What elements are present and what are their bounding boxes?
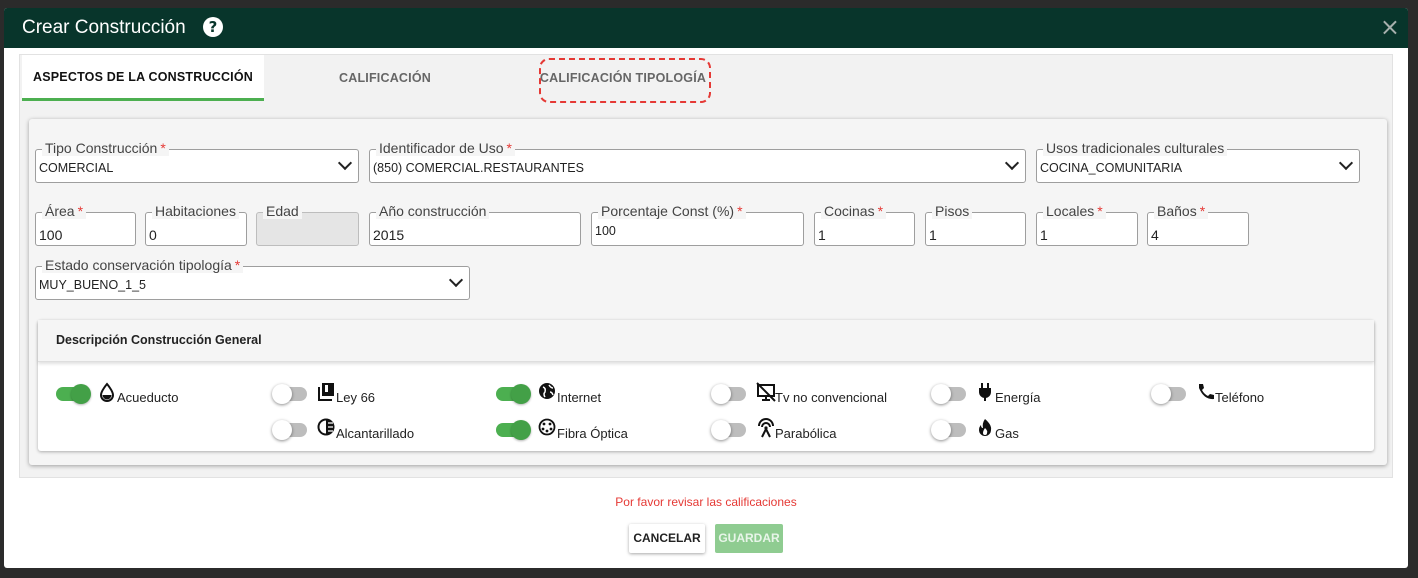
- flame-icon: [979, 419, 992, 436]
- banos-label: Baños: [1157, 203, 1197, 219]
- habitaciones-value: 0: [149, 227, 157, 243]
- close-icon[interactable]: ×: [1380, 14, 1400, 40]
- tab-aspectos-construccion[interactable]: ASPECTOS DE LA CONSTRUCCIÓN: [22, 55, 264, 101]
- help-icon[interactable]: ?: [203, 17, 223, 37]
- energia-label: Energía: [995, 390, 1041, 405]
- habitaciones-input[interactable]: Habitaciones 0: [145, 203, 247, 246]
- telefono-label: Teléfono: [1215, 390, 1265, 405]
- area-input[interactable]: Área * 100: [35, 203, 136, 246]
- telefono-toggle[interactable]: [1151, 384, 1186, 404]
- chevron-down-icon: [337, 155, 353, 171]
- pisos-label: Pisos: [935, 203, 970, 219]
- usos-tradicionales-select[interactable]: Usos tradicionales culturales COCINA_COM…: [1036, 140, 1360, 183]
- usos-tradicionales-value: COCINA_COMUNITARIA: [1040, 161, 1183, 175]
- required-mark: *: [77, 203, 84, 219]
- cancel-button[interactable]: CANCELAR: [629, 524, 705, 553]
- pisos-value: 1: [929, 227, 937, 243]
- identificador-uso-value: (850) COMERCIAL.RESTAURANTES: [373, 161, 584, 175]
- identificador-uso-select[interactable]: Identificador de Uso * (850) COMERCIAL.RE…: [369, 140, 1026, 183]
- globe-icon: [539, 383, 555, 399]
- gas-toggle[interactable]: [931, 420, 966, 440]
- tv-no-convencional-label: Tv no convencional: [775, 390, 888, 405]
- pisos-input[interactable]: Pisos 1: [925, 203, 1026, 246]
- acueducto-label: Acueducto: [117, 390, 179, 405]
- energia-toggle[interactable]: [931, 384, 966, 404]
- chevron-down-icon: [1338, 155, 1354, 171]
- estado-conservacion-label: Estado conservación tipología: [45, 257, 232, 273]
- water-drop-icon: [99, 382, 115, 402]
- error-message: Por favor revisar las calificaciones: [615, 495, 797, 509]
- required-mark: *: [160, 140, 166, 156]
- descripcion-construccion-panel: Descripción Construcción General Acueduc…: [38, 320, 1374, 451]
- anio-construccion-input[interactable]: Año construcción 2015: [369, 203, 581, 246]
- usos-tradicionales-label: Usos tradicionales culturales: [1046, 140, 1225, 156]
- descripcion-header: Descripción Construcción General: [38, 320, 1374, 362]
- ley-66-label: Ley 66: [336, 390, 376, 405]
- area-value: 100: [39, 227, 63, 243]
- identificador-uso-label: Identificador de Uso: [379, 140, 504, 156]
- required-mark: *: [737, 203, 743, 219]
- edad-input: Edad: [256, 203, 359, 246]
- cocinas-label: Cocinas: [824, 203, 875, 219]
- required-mark: *: [877, 203, 884, 219]
- anio-construccion-value: 2015: [373, 227, 405, 243]
- tabs-container: ASPECTOS DE LA CONSTRUCCIÓN CALIFICACIÓN…: [19, 54, 1393, 478]
- fibra-optica-toggle[interactable]: [496, 420, 531, 440]
- internet-toggle[interactable]: [496, 384, 531, 404]
- tv-off-icon: [756, 382, 776, 402]
- internet-label: Internet: [557, 390, 602, 405]
- anio-construccion-label: Año construcción: [379, 203, 487, 219]
- tipo-construccion-select[interactable]: Tipo Construcción * COMERCIAL: [35, 140, 359, 183]
- form-card: Tipo Construcción * COMERCIAL Identificad…: [29, 119, 1387, 465]
- acueducto-toggle[interactable]: [56, 384, 91, 404]
- tab-calificacion-tipologia-label: CALIFICACIÓN TIPOLOGÍA: [539, 71, 707, 85]
- required-mark: *: [234, 257, 241, 273]
- satellite-icon: [758, 418, 774, 438]
- estado-conservacion-value: MUY_BUENO_1_5: [39, 278, 146, 292]
- required-mark: *: [506, 140, 512, 156]
- phone-icon: [1199, 384, 1214, 400]
- parabolica-toggle[interactable]: [711, 420, 746, 440]
- alcantarillado-toggle[interactable]: [272, 420, 307, 440]
- locales-label: Locales: [1046, 203, 1095, 219]
- fiber-icon: [538, 418, 556, 436]
- dialog-title: Crear Construcción: [22, 17, 186, 38]
- fibra-optica-label: Fibra Óptica: [557, 426, 628, 441]
- banos-value: 4: [1151, 227, 1159, 243]
- tipo-construccion-label: Tipo Construcción: [45, 140, 158, 156]
- descripcion-title: Descripción Construcción General: [56, 333, 262, 347]
- parabolica-label: Parabólica: [775, 426, 837, 441]
- save-button[interactable]: GUARDAR: [715, 524, 783, 553]
- gas-label: Gas: [995, 426, 1019, 441]
- ley-66-toggle[interactable]: [272, 384, 307, 404]
- dialog-titlebar: Crear Construcción ? ×: [4, 8, 1408, 48]
- cocinas-value: 1: [818, 227, 826, 243]
- tv-no-convencional-toggle[interactable]: [711, 384, 746, 404]
- crear-construccion-dialog: Crear Construcción ? × ASPECTOS DE LA CO…: [4, 8, 1408, 568]
- alcantarillado-label: Alcantarillado: [336, 426, 415, 441]
- tab-calificacion-tipologia[interactable]: CALIFICACIÓN TIPOLOGÍA: [507, 55, 739, 103]
- library-icon: [318, 383, 334, 401]
- half-circle-icon: [317, 418, 335, 436]
- edad-label: Edad: [266, 203, 299, 219]
- tipo-construccion-value: COMERCIAL: [39, 161, 114, 175]
- locales-input[interactable]: Locales * 1: [1036, 203, 1138, 246]
- area-label: Área: [45, 203, 75, 219]
- plug-icon: [979, 383, 991, 401]
- tab-calificacion[interactable]: CALIFICACIÓN: [265, 55, 505, 101]
- banos-input[interactable]: Baños * 4: [1147, 203, 1249, 246]
- habitaciones-label: Habitaciones: [155, 203, 236, 219]
- chevron-down-icon: [448, 272, 464, 288]
- cocinas-input[interactable]: Cocinas * 1: [814, 203, 915, 246]
- required-mark: *: [1097, 203, 1103, 219]
- locales-value: 1: [1040, 227, 1048, 243]
- chevron-down-icon: [1004, 155, 1020, 171]
- porcentaje-const-label: Porcentaje Const (%): [601, 203, 735, 219]
- required-mark: *: [1199, 203, 1206, 219]
- estado-conservacion-select[interactable]: Estado conservación tipología * MUY_BUENO…: [35, 257, 470, 300]
- porcentaje-const-value: 100: [595, 224, 616, 238]
- porcentaje-const-input[interactable]: Porcentaje Const (%) * 100: [591, 203, 804, 246]
